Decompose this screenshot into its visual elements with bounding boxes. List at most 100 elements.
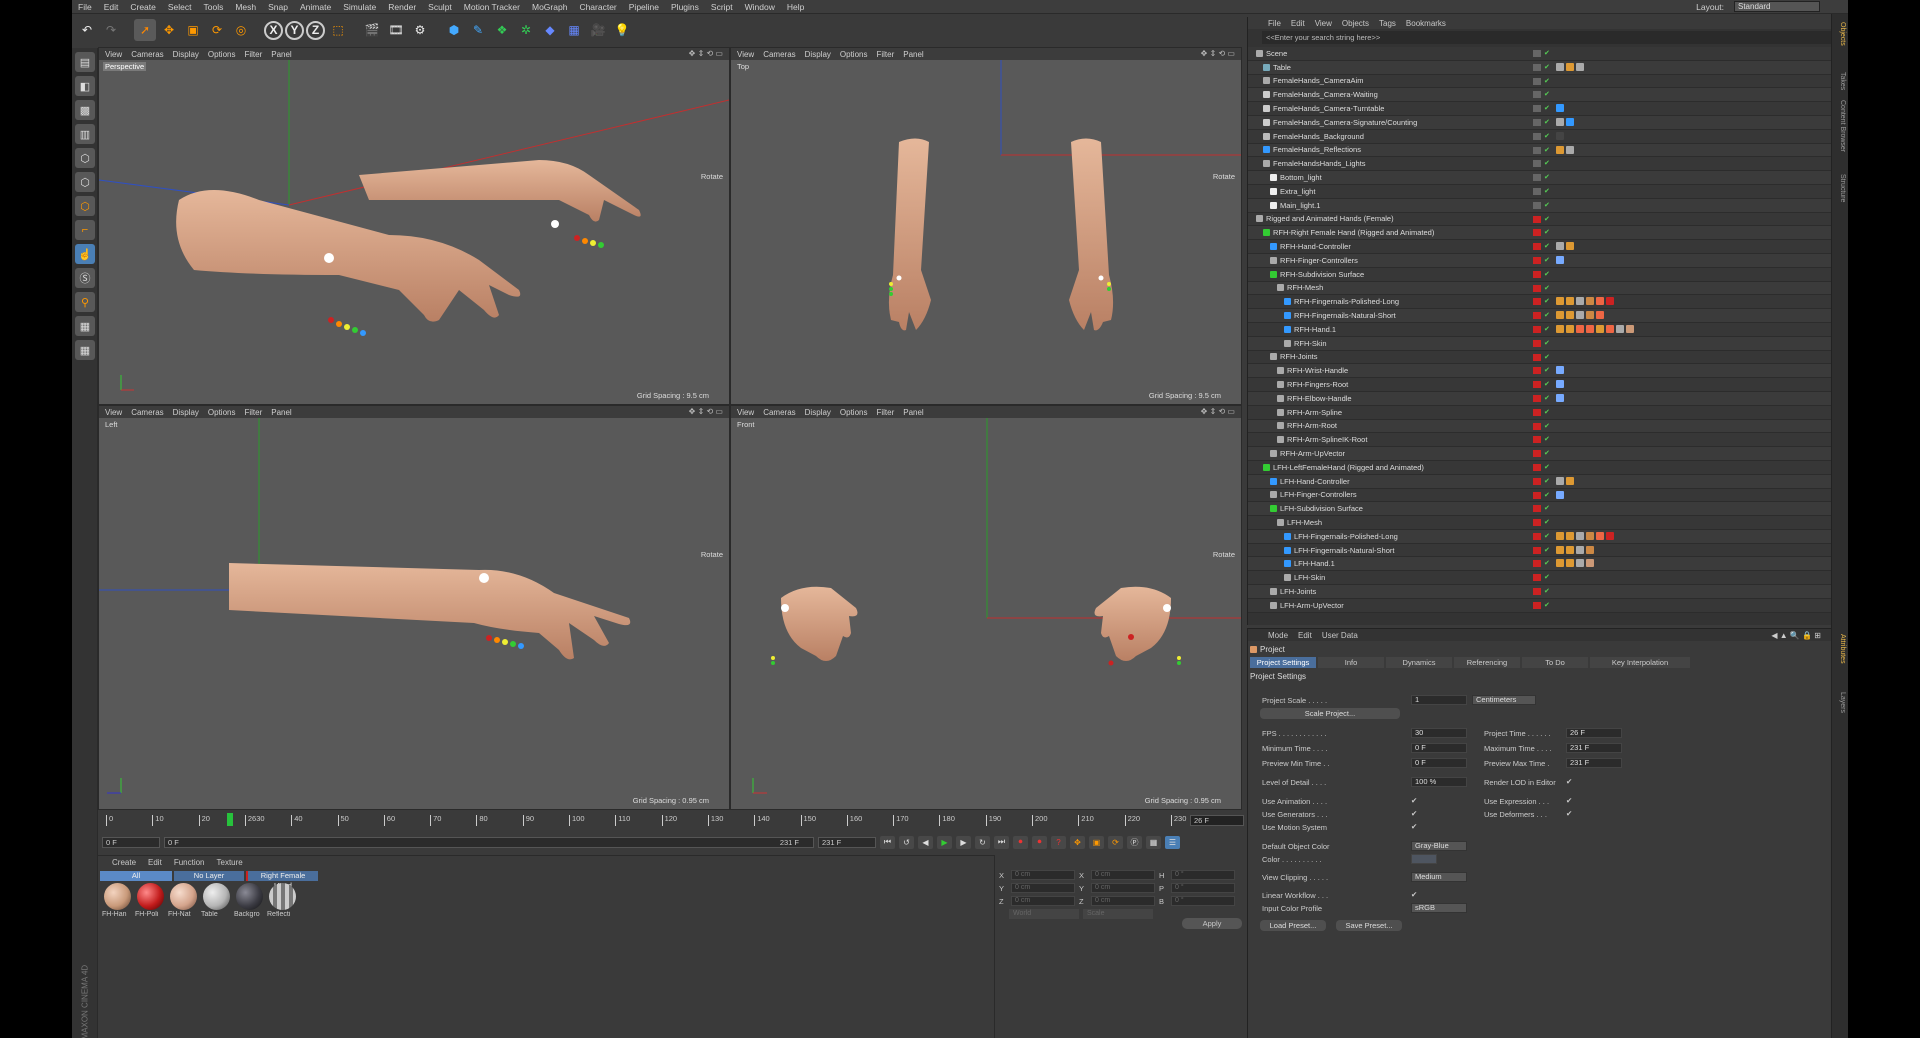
- scale-project-button[interactable]: Scale Project...: [1260, 708, 1400, 719]
- visibility-check-icon[interactable]: ✔: [1544, 463, 1550, 471]
- layer-color-chip[interactable]: [1533, 312, 1541, 320]
- vp-menu-cameras[interactable]: Cameras: [131, 50, 163, 59]
- model-mode-icon[interactable]: ◧: [75, 76, 95, 96]
- redo-icon[interactable]: ↷: [100, 19, 122, 41]
- obj-menu-edit[interactable]: Edit: [1291, 19, 1305, 28]
- visibility-check-icon[interactable]: ✔: [1544, 587, 1550, 595]
- rotation-b-field[interactable]: 0 °: [1171, 896, 1235, 906]
- use-generators-checkbox[interactable]: ✔: [1411, 809, 1417, 818]
- obj-menu-objects[interactable]: Objects: [1342, 19, 1369, 28]
- mat-menu-create[interactable]: Create: [112, 858, 136, 867]
- tab-referencing[interactable]: Referencing: [1454, 657, 1520, 668]
- tab-to-do[interactable]: To Do: [1522, 657, 1588, 668]
- attr-nav-icons[interactable]: ◀ ▲ 🔍 🔒 ⊞: [1771, 631, 1821, 640]
- vp-menu-options[interactable]: Options: [840, 50, 868, 59]
- use-animation-checkbox[interactable]: ✔: [1411, 796, 1417, 805]
- layer-color-chip[interactable]: [1533, 105, 1541, 113]
- layer-color-chip[interactable]: [1533, 229, 1541, 237]
- layer-color-chip[interactable]: [1533, 574, 1541, 582]
- tag-icon[interactable]: [1566, 311, 1574, 320]
- floor-icon[interactable]: ▦: [563, 19, 585, 41]
- visibility-check-icon[interactable]: ✔: [1544, 146, 1550, 154]
- tag-icon[interactable]: [1566, 531, 1574, 540]
- obj-menu-file[interactable]: File: [1268, 19, 1281, 28]
- visibility-check-icon[interactable]: ✔: [1544, 546, 1550, 554]
- layer-color-chip[interactable]: [1533, 519, 1541, 527]
- side-tab-structure[interactable]: Structure: [1839, 174, 1846, 202]
- tag-icon[interactable]: [1556, 104, 1564, 113]
- input-color-profile-dropdown[interactable]: sRGB: [1411, 903, 1467, 913]
- array-icon[interactable]: ✲: [515, 19, 537, 41]
- pen-icon[interactable]: ✎: [467, 19, 489, 41]
- preview-max-field[interactable]: 231 F: [1566, 758, 1622, 768]
- object-row[interactable]: RFH-Arm-SplineIK-Root ✔: [1248, 433, 1831, 448]
- visibility-check-icon[interactable]: ✔: [1544, 573, 1550, 581]
- visibility-check-icon[interactable]: ✔: [1544, 173, 1550, 181]
- vp-menu-display[interactable]: Display: [173, 408, 199, 417]
- minimum-time-field[interactable]: 0 F: [1411, 743, 1467, 753]
- visibility-check-icon[interactable]: ✔: [1544, 532, 1550, 540]
- tag-icon[interactable]: [1556, 145, 1564, 154]
- current-frame-field[interactable]: 26 F: [1190, 815, 1244, 826]
- use-motion-system-checkbox[interactable]: ✔: [1411, 822, 1417, 831]
- visibility-check-icon[interactable]: ✔: [1544, 504, 1550, 512]
- y-axis-icon[interactable]: Y: [285, 20, 304, 40]
- layer-color-chip[interactable]: [1533, 422, 1541, 430]
- tag-icon[interactable]: [1556, 117, 1564, 126]
- visibility-check-icon[interactable]: ✔: [1544, 63, 1550, 71]
- visibility-check-icon[interactable]: ✔: [1544, 77, 1550, 85]
- visibility-check-icon[interactable]: ✔: [1544, 228, 1550, 236]
- tag-icon[interactable]: [1566, 559, 1574, 568]
- select-icon[interactable]: ➚: [134, 19, 156, 41]
- tag-icon[interactable]: [1596, 311, 1604, 320]
- obj-menu-tags[interactable]: Tags: [1379, 19, 1396, 28]
- visibility-check-icon[interactable]: ✔: [1544, 284, 1550, 292]
- record-keys-icon[interactable]: ⏺: [1013, 835, 1028, 849]
- keyframe-selection-icon[interactable]: ?: [1051, 835, 1066, 849]
- object-row[interactable]: LFH-Joints ✔: [1248, 585, 1831, 599]
- visibility-check-icon[interactable]: ✔: [1544, 132, 1550, 140]
- playhead[interactable]: [227, 813, 233, 826]
- render-picture-icon[interactable]: 🎞: [385, 19, 407, 41]
- workplane-icon[interactable]: ▥: [75, 124, 95, 144]
- object-row[interactable]: RFH-Joints ✔: [1248, 350, 1831, 365]
- timeline[interactable]: 0 10 20 2630 40 50 60 70 80 90 100 110 120 130 140 150 1…: [98, 813, 1248, 855]
- layer-color-chip[interactable]: [1533, 132, 1541, 140]
- object-row[interactable]: FemaleHands_Camera-Turntable ✔: [1248, 102, 1831, 116]
- scale-icon[interactable]: ▣: [182, 19, 204, 41]
- visibility-check-icon[interactable]: ✔: [1544, 201, 1550, 209]
- tag-icon[interactable]: [1566, 145, 1574, 154]
- object-row[interactable]: FemaleHands_Background ✔: [1248, 129, 1831, 144]
- size-y-field[interactable]: 0 cm: [1091, 883, 1155, 893]
- visibility-check-icon[interactable]: ✔: [1544, 256, 1550, 264]
- tag-icon[interactable]: [1606, 531, 1614, 540]
- viewport-top[interactable]: View Cameras Display Options Filter Pane…: [730, 47, 1242, 405]
- layer-color-chip[interactable]: [1533, 463, 1541, 471]
- menu-character[interactable]: Character: [573, 2, 622, 12]
- tag-icon[interactable]: [1556, 324, 1564, 333]
- recent-icon[interactable]: ◎: [230, 19, 252, 41]
- tag-icon[interactable]: [1556, 393, 1564, 402]
- visibility-check-icon[interactable]: ✔: [1544, 325, 1550, 333]
- layer-color-chip[interactable]: [1533, 284, 1541, 292]
- layer-color-chip[interactable]: [1533, 243, 1541, 251]
- viewport-nav-icons[interactable]: ✥ ⇕ ⟲ ▭: [1201, 407, 1235, 416]
- position-z-field[interactable]: 0 cm: [1011, 896, 1075, 906]
- object-row[interactable]: RFH-Fingernails-Natural-Short ✔: [1248, 309, 1831, 323]
- object-row[interactable]: Main_light.1 ✔: [1248, 198, 1831, 213]
- layer-color-chip[interactable]: [1533, 215, 1541, 223]
- vp-menu-options[interactable]: Options: [840, 408, 868, 417]
- render-lod-checkbox[interactable]: ✔: [1566, 777, 1572, 786]
- layer-color-chip[interactable]: [1533, 256, 1541, 264]
- tag-icon[interactable]: [1556, 297, 1564, 306]
- layer-color-chip[interactable]: [1533, 77, 1541, 85]
- tag-icon[interactable]: [1576, 297, 1584, 306]
- tag-icon[interactable]: [1556, 62, 1564, 71]
- key-scale-icon[interactable]: ▣: [1089, 835, 1104, 849]
- coord-mode-dropdown[interactable]: World: [1009, 909, 1079, 919]
- mat-menu-function[interactable]: Function: [174, 858, 205, 867]
- visibility-check-icon[interactable]: ✔: [1544, 270, 1550, 278]
- visibility-check-icon[interactable]: ✔: [1544, 518, 1550, 526]
- visibility-check-icon[interactable]: ✔: [1544, 215, 1550, 223]
- layer-color-chip[interactable]: [1533, 588, 1541, 596]
